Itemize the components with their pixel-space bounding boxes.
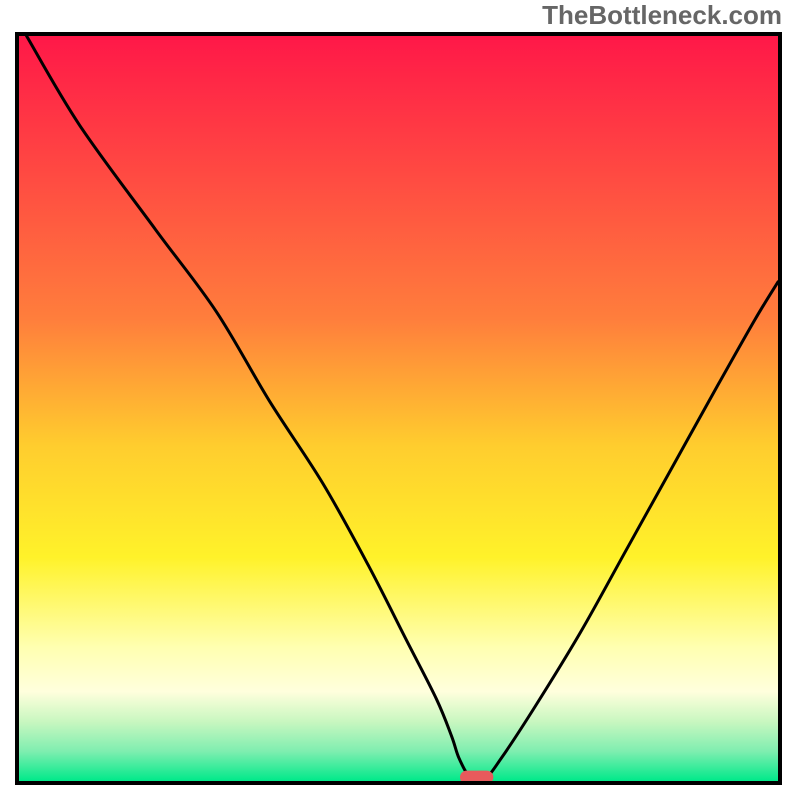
bottleneck-chart: TheBottleneck.com xyxy=(0,0,800,800)
gradient-background xyxy=(19,36,778,781)
optimum-marker xyxy=(460,771,493,781)
chart-svg xyxy=(19,36,778,781)
plot-area xyxy=(19,36,778,781)
watermark-text: TheBottleneck.com xyxy=(542,0,782,31)
plot-frame xyxy=(15,32,782,785)
